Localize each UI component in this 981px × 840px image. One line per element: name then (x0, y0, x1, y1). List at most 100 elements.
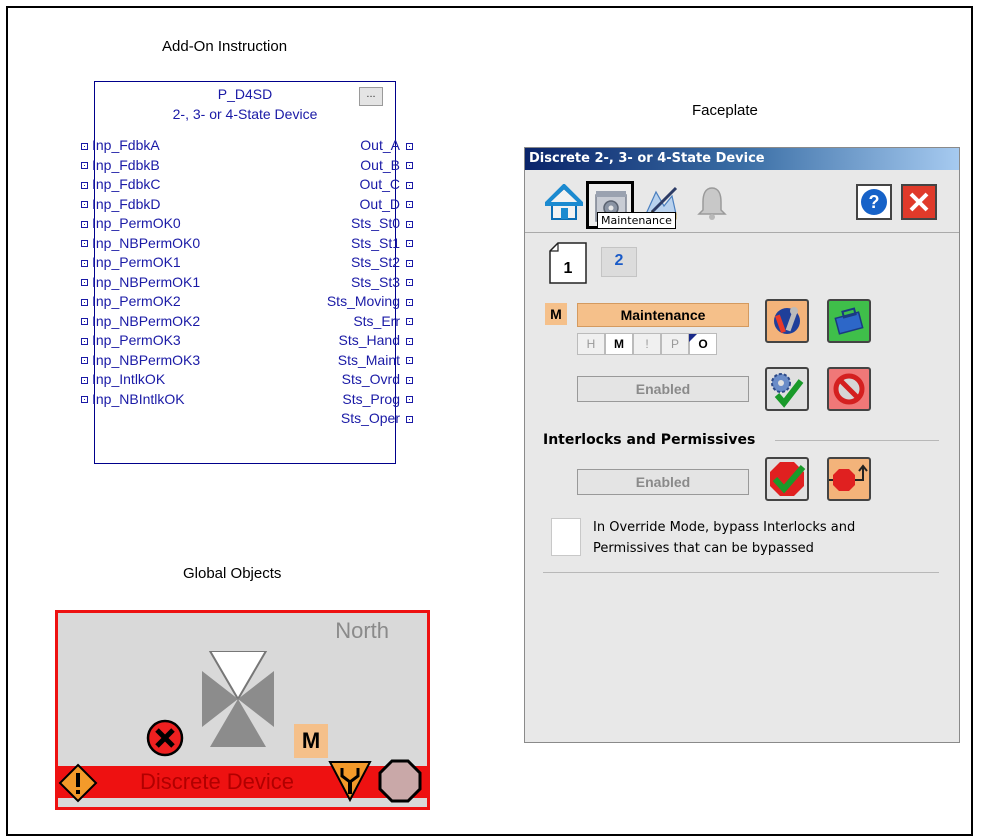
aoi-output-pin[interactable]: Sts_St0 (351, 214, 413, 233)
aoi-section-title: Add-On Instruction (162, 38, 288, 55)
disable-device-button[interactable] (827, 367, 871, 411)
output-connector-icon (406, 415, 413, 423)
aoi-input-pin[interactable]: Inp_PermOK0 (81, 214, 181, 233)
aoi-description: 2-, 3- or 4-State Device (172, 106, 318, 122)
output-connector-icon (406, 376, 413, 384)
faceplate-toolbar: ? (525, 170, 959, 233)
aoi-input-pin[interactable]: Inp_NBIntlkOK (81, 390, 185, 409)
output-pin-label: Out_A (360, 137, 400, 153)
input-connector-icon (81, 181, 88, 189)
output-pin-label: Sts_Moving (326, 293, 400, 309)
interlocks-divider (775, 440, 939, 441)
input-pin-label: Inp_NBIntlkOK (92, 390, 185, 407)
input-pin-label: Inp_NBPermOK3 (92, 351, 201, 368)
input-pin-label: Inp_PermOK0 (92, 215, 181, 231)
aoi-input-pin[interactable]: Inp_FdbkD (81, 195, 160, 214)
aoi-input-pin[interactable]: Inp_FdbkC (81, 175, 160, 194)
aoi-output-pin[interactable]: Sts_Oper (341, 409, 413, 428)
aoi-output-pin[interactable]: Sts_Err (353, 312, 413, 331)
acquire-maintenance-button[interactable] (765, 299, 809, 343)
override-text-line-2: Permissives that can be bypassed (593, 541, 814, 556)
page-tab-1[interactable]: 1 (549, 260, 587, 278)
output-pin-label: Sts_St0 (350, 215, 400, 231)
output-pin-label: Out_D (359, 195, 400, 212)
help-icon: ? (861, 189, 887, 215)
aoi-input-pin[interactable]: Inp_FdbkA (81, 136, 160, 155)
output-pin-label: Sts_St1 (350, 234, 400, 251)
aoi-output-pin[interactable]: Out_C (360, 175, 413, 194)
page-tab-2[interactable]: 2 (601, 252, 637, 270)
aoi-input-pin[interactable]: Inp_NBPermOK3 (81, 351, 200, 370)
aoi-input-pin[interactable]: Inp_FdbkB (81, 156, 160, 175)
check-bypass-button[interactable] (827, 457, 871, 501)
input-pin-label: Inp_FdbkC (92, 176, 161, 192)
home-icon[interactable] (545, 184, 583, 222)
maintenance-tools-icon (774, 307, 800, 334)
close-icon (909, 192, 929, 212)
output-pin-label: Out_C (359, 176, 400, 192)
output-pin-label: Sts_Hand (338, 332, 400, 348)
aoi-output-pin[interactable]: Out_A (360, 136, 413, 155)
aoi-output-pin[interactable]: Sts_Ovrd (342, 370, 413, 389)
aoi-output-pin[interactable]: Sts_Moving (327, 292, 413, 311)
aoi-output-pin[interactable]: Out_D (360, 195, 413, 214)
aoi-output-pin[interactable]: Sts_St1 (351, 234, 413, 253)
interlock-status-bar: Enabled (577, 469, 749, 495)
input-connector-icon (81, 162, 88, 170)
aoi-output-pin[interactable]: Sts_Maint (338, 351, 413, 370)
prohibited-icon (833, 373, 865, 405)
output-connector-icon (406, 337, 413, 345)
help-button[interactable]: ? (856, 184, 892, 220)
operator-corner-marker (689, 334, 697, 342)
input-connector-icon (81, 279, 88, 287)
input-connector-icon (81, 142, 88, 150)
output-connector-icon (406, 142, 413, 150)
output-connector-icon (406, 240, 413, 248)
input-connector-icon (81, 240, 88, 248)
aoi-properties-button[interactable]: ... (359, 87, 383, 106)
maintenance-mode-badge: M (294, 724, 328, 758)
global-object-graphic[interactable]: North M Discrete Device (55, 610, 430, 810)
aoi-input-pin[interactable]: Inp_IntlkOK (81, 370, 165, 389)
enable-bypass-button[interactable] (765, 457, 809, 501)
maintenance-tooltip: Maintenance (597, 212, 676, 229)
aoi-input-pin[interactable]: Inp_PermOK3 (81, 331, 181, 350)
input-pin-label: Inp_FdbkB (92, 156, 160, 173)
faceplate-title-bar: Discrete 2-, 3- or 4-State Device (525, 148, 959, 170)
release-maintenance-button[interactable] (827, 299, 871, 343)
aoi-output-pin[interactable]: Out_B (360, 156, 413, 175)
aoi-input-pin[interactable]: Inp_NBPermOK2 (81, 312, 200, 331)
output-pin-label: Sts_Prog (342, 390, 400, 407)
aoi-input-pin[interactable]: Inp_NBPermOK0 (81, 234, 200, 253)
input-connector-icon (81, 357, 88, 365)
gear-check-icon (771, 373, 804, 408)
input-pin-label: Inp_FdbkD (92, 195, 161, 212)
input-pin-label: Inp_NBPermOK0 (92, 234, 201, 251)
input-connector-icon (81, 298, 88, 306)
close-button[interactable] (901, 184, 937, 220)
global-objects-section-title: Global Objects (183, 565, 282, 582)
output-pin-label: Sts_Maint (337, 351, 400, 368)
output-pin-label: Out_B (360, 156, 400, 173)
aoi-input-pin[interactable]: Inp_PermOK2 (81, 292, 181, 311)
aoi-output-pin[interactable]: Sts_Hand (339, 331, 413, 350)
output-connector-icon (406, 298, 413, 306)
output-pin-label: Sts_St2 (350, 254, 400, 270)
output-pin-label: Sts_Ovrd (341, 371, 400, 387)
aoi-output-pin[interactable]: Sts_St3 (351, 273, 413, 292)
aoi-input-pin[interactable]: Inp_NBPermOK1 (81, 273, 200, 292)
faceplate-section-title: Faceplate (692, 102, 758, 119)
aoi-output-pin[interactable]: Sts_St2 (351, 253, 413, 272)
mode-cell-hand: H (577, 333, 605, 355)
output-connector-icon (406, 220, 413, 228)
aoi-output-pin[interactable]: Sts_Prog (342, 390, 413, 409)
mode-cell-maintenance: M (605, 333, 633, 355)
output-pin-label: Sts_Err (353, 312, 400, 329)
override-bypass-checkbox[interactable] (551, 518, 581, 556)
aoi-block[interactable]: P_D4SD 2-, 3- or 4-State Device ... Inp_… (81, 81, 413, 464)
enable-device-button[interactable] (765, 367, 809, 411)
alarm-bell-icon[interactable] (693, 184, 731, 222)
device-label: Discrete Device (140, 769, 295, 794)
aoi-input-pin[interactable]: Inp_PermOK1 (81, 253, 181, 272)
mode-label: Maintenance (577, 303, 749, 327)
